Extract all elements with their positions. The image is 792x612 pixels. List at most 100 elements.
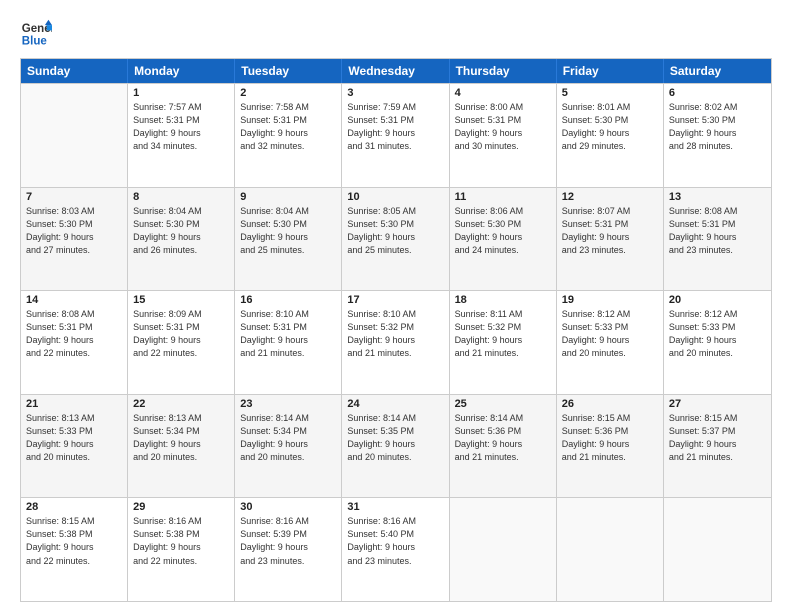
cell-line: Sunset: 5:34 PM [133,425,229,438]
cell-line: Sunset: 5:31 PM [240,114,336,127]
weekday-header-friday: Friday [557,59,664,83]
svg-text:Blue: Blue [22,36,48,48]
cell-line: Sunset: 5:36 PM [562,425,658,438]
cell-line: Sunrise: 8:10 AM [240,308,336,321]
cell-line: Sunrise: 8:09 AM [133,308,229,321]
weekday-header-wednesday: Wednesday [342,59,449,83]
day-cell-1: 1Sunrise: 7:57 AMSunset: 5:31 PMDaylight… [128,84,235,187]
cell-line: Sunrise: 8:02 AM [669,101,766,114]
day-number: 23 [240,398,336,410]
cell-line: Sunset: 5:30 PM [133,218,229,231]
cell-line: Sunrise: 8:14 AM [455,412,551,425]
cell-line: and 20 minutes. [240,451,336,464]
cell-line: Sunrise: 8:10 AM [347,308,443,321]
day-number: 14 [26,294,122,306]
cell-line: and 30 minutes. [455,140,551,153]
day-number: 8 [133,191,229,203]
cell-line: and 23 minutes. [347,555,443,568]
cell-line: Daylight: 9 hours [240,438,336,451]
cell-line: and 34 minutes. [133,140,229,153]
cell-line: Daylight: 9 hours [133,127,229,140]
day-cell-5: 5Sunrise: 8:01 AMSunset: 5:30 PMDaylight… [557,84,664,187]
cell-line: Sunrise: 8:06 AM [455,205,551,218]
cell-line: Sunset: 5:30 PM [455,218,551,231]
day-cell-19: 19Sunrise: 8:12 AMSunset: 5:33 PMDayligh… [557,291,664,394]
cell-line: and 25 minutes. [240,244,336,257]
day-cell-15: 15Sunrise: 8:09 AMSunset: 5:31 PMDayligh… [128,291,235,394]
weekday-header-thursday: Thursday [450,59,557,83]
cell-line: Daylight: 9 hours [347,334,443,347]
cell-line: and 23 minutes. [562,244,658,257]
day-cell-18: 18Sunrise: 8:11 AMSunset: 5:32 PMDayligh… [450,291,557,394]
calendar-page: General Blue SundayMondayTuesdayWednesda… [0,0,792,612]
cell-line: Sunset: 5:32 PM [455,321,551,334]
day-number: 13 [669,191,766,203]
cell-line: Sunrise: 8:16 AM [240,515,336,528]
cell-line: and 20 minutes. [26,451,122,464]
day-cell-11: 11Sunrise: 8:06 AMSunset: 5:30 PMDayligh… [450,188,557,291]
day-cell-25: 25Sunrise: 8:14 AMSunset: 5:36 PMDayligh… [450,395,557,498]
empty-cell [557,498,664,601]
logo: General Blue [20,18,52,50]
day-cell-31: 31Sunrise: 8:16 AMSunset: 5:40 PMDayligh… [342,498,449,601]
cell-line: Sunset: 5:31 PM [455,114,551,127]
calendar-row-2: 14Sunrise: 8:08 AMSunset: 5:31 PMDayligh… [21,290,771,394]
cell-line: Daylight: 9 hours [347,231,443,244]
cell-line: Sunset: 5:33 PM [26,425,122,438]
weekday-header-saturday: Saturday [664,59,771,83]
cell-line: Sunrise: 8:14 AM [347,412,443,425]
cell-line: Daylight: 9 hours [455,127,551,140]
day-number: 20 [669,294,766,306]
cell-line: and 20 minutes. [133,451,229,464]
cell-line: Daylight: 9 hours [240,127,336,140]
cell-line: and 22 minutes. [133,555,229,568]
cell-line: Daylight: 9 hours [562,231,658,244]
cell-line: Sunrise: 8:01 AM [562,101,658,114]
day-number: 16 [240,294,336,306]
day-number: 17 [347,294,443,306]
day-number: 6 [669,87,766,99]
cell-line: Sunset: 5:32 PM [347,321,443,334]
cell-line: Sunrise: 8:04 AM [240,205,336,218]
cell-line: Sunset: 5:35 PM [347,425,443,438]
day-cell-30: 30Sunrise: 8:16 AMSunset: 5:39 PMDayligh… [235,498,342,601]
calendar-row-1: 7Sunrise: 8:03 AMSunset: 5:30 PMDaylight… [21,187,771,291]
day-cell-21: 21Sunrise: 8:13 AMSunset: 5:33 PMDayligh… [21,395,128,498]
day-number: 5 [562,87,658,99]
day-cell-3: 3Sunrise: 7:59 AMSunset: 5:31 PMDaylight… [342,84,449,187]
calendar: SundayMondayTuesdayWednesdayThursdayFrid… [20,58,772,602]
cell-line: Daylight: 9 hours [133,438,229,451]
cell-line: Daylight: 9 hours [347,541,443,554]
cell-line: and 20 minutes. [669,347,766,360]
empty-cell [450,498,557,601]
day-cell-4: 4Sunrise: 8:00 AMSunset: 5:31 PMDaylight… [450,84,557,187]
cell-line: Sunset: 5:31 PM [347,114,443,127]
day-number: 15 [133,294,229,306]
cell-line: and 20 minutes. [347,451,443,464]
cell-line: and 21 minutes. [347,347,443,360]
day-number: 18 [455,294,551,306]
cell-line: and 21 minutes. [562,451,658,464]
cell-line: Sunrise: 8:11 AM [455,308,551,321]
cell-line: Sunrise: 8:16 AM [347,515,443,528]
cell-line: Daylight: 9 hours [240,541,336,554]
cell-line: and 20 minutes. [562,347,658,360]
cell-line: Daylight: 9 hours [133,334,229,347]
cell-line: Sunrise: 8:07 AM [562,205,658,218]
day-number: 19 [562,294,658,306]
cell-line: Daylight: 9 hours [240,334,336,347]
calendar-row-4: 28Sunrise: 8:15 AMSunset: 5:38 PMDayligh… [21,497,771,601]
weekday-header-tuesday: Tuesday [235,59,342,83]
cell-line: and 21 minutes. [240,347,336,360]
cell-line: Daylight: 9 hours [26,541,122,554]
day-cell-9: 9Sunrise: 8:04 AMSunset: 5:30 PMDaylight… [235,188,342,291]
day-cell-24: 24Sunrise: 8:14 AMSunset: 5:35 PMDayligh… [342,395,449,498]
day-cell-7: 7Sunrise: 8:03 AMSunset: 5:30 PMDaylight… [21,188,128,291]
cell-line: Sunset: 5:33 PM [562,321,658,334]
day-number: 21 [26,398,122,410]
cell-line: Daylight: 9 hours [26,231,122,244]
cell-line: and 31 minutes. [347,140,443,153]
logo-icon: General Blue [20,18,52,50]
cell-line: Daylight: 9 hours [562,127,658,140]
day-number: 11 [455,191,551,203]
